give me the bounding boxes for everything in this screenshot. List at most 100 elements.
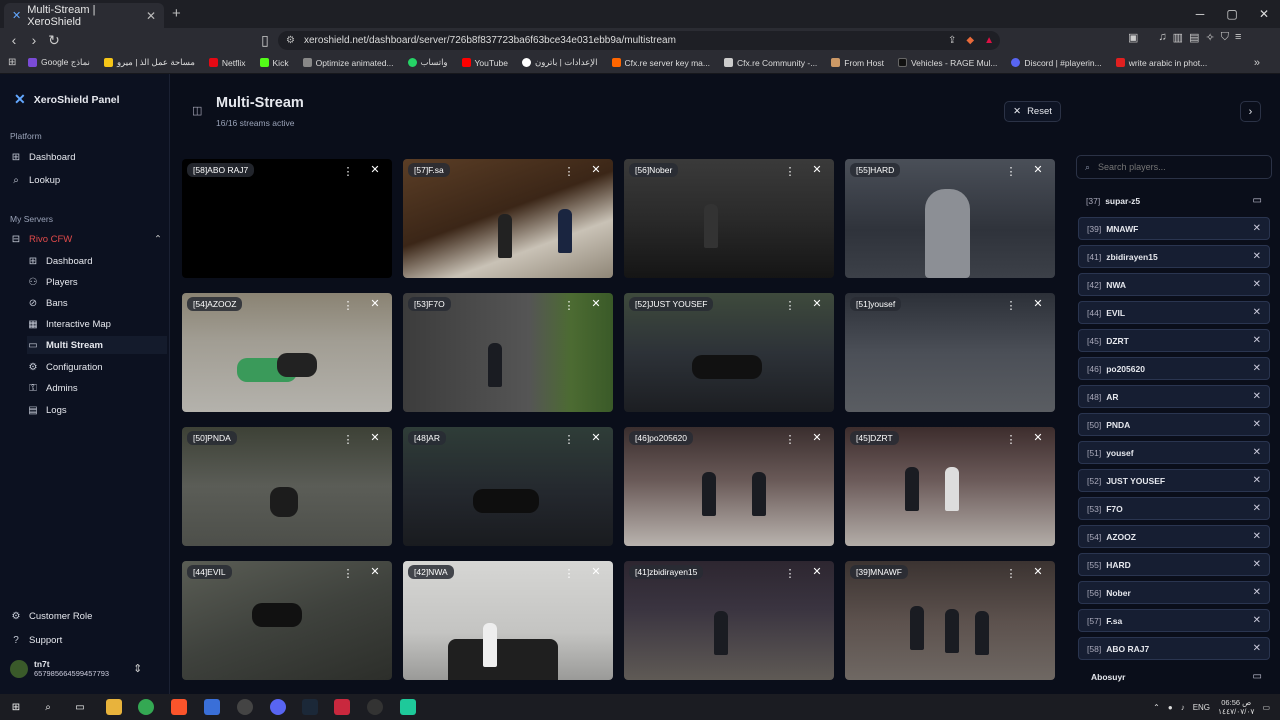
stream-tile[interactable]: [56]Nober ⋮ ✕	[624, 159, 834, 278]
stream-tile[interactable]: [58]ABO RAJ7 ⋮ ✕	[182, 159, 392, 278]
close-icon[interactable]: ✕	[587, 297, 605, 310]
reload-icon[interactable]: ↻	[44, 32, 64, 49]
close-icon[interactable]: ✕	[366, 163, 384, 176]
bookmark-item[interactable]: Cfx.re Community -...	[724, 58, 817, 68]
more-icon[interactable]: ⋮	[340, 299, 356, 312]
music-icon[interactable]: ♫	[1158, 31, 1166, 44]
ai-icon[interactable]: ✧	[1205, 31, 1214, 44]
user-menu[interactable]: tn7t 657985664599457793 ⇕	[10, 659, 142, 678]
steam-icon[interactable]	[302, 699, 318, 715]
remove-stream-icon[interactable]: ✕	[1253, 503, 1261, 514]
player-row[interactable]: Abosuyr ▭	[1078, 665, 1270, 688]
bookmark-item[interactable]: Discord | #playerin...	[1011, 58, 1102, 68]
remove-stream-icon[interactable]: ✕	[1253, 587, 1261, 598]
wallet-icon[interactable]: ▤	[1189, 31, 1199, 44]
more-icon[interactable]: ⋮	[782, 165, 798, 178]
close-icon[interactable]: ✕	[366, 565, 384, 578]
notification-icon[interactable]: ▭	[1262, 703, 1270, 712]
screenshot-icon[interactable]: ▣	[1128, 31, 1138, 44]
bookmark-item[interactable]: الإعدادات | باترون	[521, 57, 598, 68]
player-row[interactable]: [51] yousef ✕	[1078, 441, 1270, 464]
app-icon[interactable]	[237, 699, 253, 715]
bookmark-item[interactable]: مساحة عمل الذ | ميرو	[103, 57, 195, 68]
remove-stream-icon[interactable]: ✕	[1253, 279, 1261, 290]
server-nav-multi-stream[interactable]: ▭ Multi Stream	[27, 336, 167, 354]
stream-tile[interactable]: [57]F.sa ⋮ ✕	[403, 159, 613, 278]
stream-tile[interactable]: [51]yousef ⋮ ✕	[845, 293, 1055, 412]
player-row[interactable]: [53] F7O ✕	[1078, 497, 1270, 520]
close-icon[interactable]: ✕	[1029, 163, 1047, 176]
add-stream-icon[interactable]: ▭	[1253, 195, 1262, 206]
more-icon[interactable]: ⋮	[1003, 433, 1019, 446]
player-row[interactable]: [55] HARD ✕	[1078, 553, 1270, 576]
close-icon[interactable]: ✕	[808, 565, 826, 578]
player-row[interactable]: [41] zbidirayen15 ✕	[1078, 245, 1270, 268]
more-icon[interactable]: ⋮	[1003, 299, 1019, 312]
add-stream-icon[interactable]: ▭	[1253, 671, 1262, 682]
search-input[interactable]	[1098, 162, 1249, 172]
player-row[interactable]: [39] MNAWF ✕	[1078, 217, 1270, 240]
vpn-icon[interactable]: ⛉	[1221, 31, 1229, 44]
player-row[interactable]: [37] supar-z5 ▭	[1078, 189, 1270, 212]
nav-customer-role[interactable]: ⚙ Customer Role	[10, 607, 93, 625]
remove-stream-icon[interactable]: ✕	[1253, 251, 1261, 262]
reset-button[interactable]: ✕ Reset	[1004, 101, 1061, 122]
more-icon[interactable]: ⋮	[340, 567, 356, 580]
maximize-icon[interactable]: ▢	[1216, 0, 1248, 28]
close-icon[interactable]: ✕	[587, 163, 605, 176]
remove-stream-icon[interactable]: ✕	[1253, 643, 1261, 654]
player-row[interactable]: [50] PNDA ✕	[1078, 413, 1270, 436]
language-indicator[interactable]: ENG	[1193, 703, 1210, 712]
close-icon[interactable]: ✕	[1029, 431, 1047, 444]
collapse-panel-button[interactable]: ›	[1240, 101, 1261, 122]
mic-icon[interactable]: ●	[1168, 703, 1173, 712]
player-row[interactable]: [48] AR ✕	[1078, 385, 1270, 408]
sidebar-icon[interactable]: ▥	[1173, 31, 1183, 44]
bookmark-item[interactable]: write arabic in phot...	[1115, 58, 1207, 68]
remove-stream-icon[interactable]: ✕	[1253, 391, 1261, 402]
more-icon[interactable]: ⋮	[561, 567, 577, 580]
server-nav-configuration[interactable]: ⚙ Configuration	[27, 358, 103, 376]
player-row[interactable]: [54] AZOOZ ✕	[1078, 525, 1270, 548]
stream-tile[interactable]: [50]PNDA ⋮ ✕	[182, 427, 392, 546]
browser-tab[interactable]: ✕ Multi-Stream | XeroShield ✕	[4, 3, 164, 28]
more-icon[interactable]: ⋮	[561, 165, 577, 178]
more-icon[interactable]: ⋮	[340, 165, 356, 178]
stream-tile[interactable]: [46]po205620 ⋮ ✕	[624, 427, 834, 546]
server-rivo-cfw[interactable]: ⊟ Rivo CFW ⌃	[10, 230, 162, 248]
stream-tile[interactable]: [55]HARD ⋮ ✕	[845, 159, 1055, 278]
bookmark-item[interactable]: YouTube	[461, 58, 508, 68]
discord-icon[interactable]	[270, 699, 286, 715]
url-field[interactable]: ⚙ xeroshield.net/dashboard/server/726b8f…	[278, 31, 1000, 50]
player-search[interactable]: ⌕	[1076, 155, 1272, 179]
server-nav-logs[interactable]: ▤ Logs	[27, 401, 66, 419]
bookmark-item[interactable]: Google نماذج	[28, 57, 90, 68]
close-icon[interactable]: ✕	[366, 297, 384, 310]
brand[interactable]: ✕ XeroShield Panel	[14, 91, 120, 108]
file-explorer-icon[interactable]	[106, 699, 122, 715]
bookmark-item[interactable]: Vehicles - RAGE Mul...	[897, 58, 997, 68]
remove-stream-icon[interactable]: ✕	[1253, 335, 1261, 346]
forward-icon[interactable]: ›	[24, 32, 44, 48]
task-view-icon[interactable]: ▭	[72, 699, 88, 715]
more-icon[interactable]: ⋮	[782, 567, 798, 580]
more-icon[interactable]: ⋮	[782, 433, 798, 446]
new-tab-icon[interactable]: +	[172, 5, 181, 22]
player-row[interactable]: [42] NWA ✕	[1078, 273, 1270, 296]
server-nav-bans[interactable]: ⊘ Bans	[27, 294, 68, 312]
bookmark-item[interactable]: Cfx.re server key ma...	[611, 58, 710, 68]
nav-support[interactable]: ? Support	[10, 631, 62, 649]
stream-tile[interactable]: [39]MNAWF ⋮ ✕	[845, 561, 1055, 680]
close-window-icon[interactable]: ✕	[1248, 0, 1280, 28]
remove-stream-icon[interactable]: ✕	[1253, 447, 1261, 458]
bookmark-item[interactable]: واتساب	[407, 57, 448, 68]
player-row[interactable]: [45] DZRT ✕	[1078, 329, 1270, 352]
server-nav-players[interactable]: ⚇ Players	[27, 273, 78, 291]
chevron-up-icon[interactable]: ⌃	[1153, 703, 1160, 712]
more-icon[interactable]: ⋮	[340, 433, 356, 446]
remove-stream-icon[interactable]: ✕	[1253, 363, 1261, 374]
stream-tile[interactable]: [44]EVIL ⋮ ✕	[182, 561, 392, 680]
stream-tile[interactable]: [42]NWA ⋮ ✕	[403, 561, 613, 680]
app-icon[interactable]	[400, 699, 416, 715]
volume-icon[interactable]: ♪	[1181, 703, 1185, 712]
